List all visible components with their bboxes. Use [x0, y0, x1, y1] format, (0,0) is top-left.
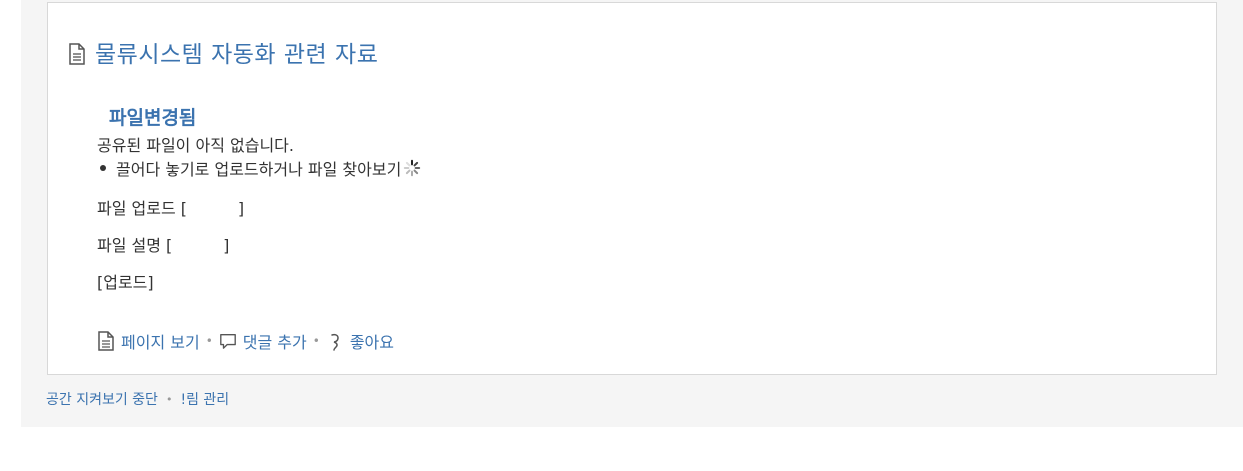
document-icon: [69, 43, 85, 65]
file-upload-field[interactable]: 파일 업로드 [ ]: [97, 195, 244, 219]
space-panel: 물류시스템 자동화 관련 자료 파일변경됨 공유된 파일이 아직 없습니다. 끌…: [21, 0, 1243, 427]
separator-dot: •: [205, 334, 213, 348]
no-files-message: 공유된 파일이 아직 없습니다.: [97, 136, 294, 155]
bullet: [100, 165, 106, 171]
add-comment-link[interactable]: 댓글 추가: [243, 329, 307, 353]
separator-dot: •: [165, 392, 173, 406]
stop-watching-link[interactable]: 공간 지켜보기 중단: [46, 389, 158, 409]
drop-hint[interactable]: 끌어다 놓기로 업로드하거나 파일 찾아보기: [116, 156, 401, 180]
attachment-card: 물류시스템 자동화 관련 자료 파일변경됨 공유된 파일이 아직 없습니다. 끌…: [47, 2, 1217, 375]
file-description-field[interactable]: 파일 설명 [ ]: [97, 232, 229, 256]
like-icon: [331, 333, 339, 351]
separator-dot: •: [312, 334, 320, 348]
page-icon: [98, 331, 114, 351]
drop-zone[interactable]: 끌어다 놓기로 업로드하거나 파일 찾아보기: [97, 156, 421, 180]
title-row: 물류시스템 자동화 관련 자료: [68, 35, 378, 69]
view-page-link[interactable]: 페이지 보기: [121, 329, 200, 353]
spinner-icon: [404, 159, 421, 177]
page-title[interactable]: 물류시스템 자동화 관련 자료: [95, 35, 378, 69]
file-changed-heading: 파일변경됨: [109, 107, 197, 129]
like-link[interactable]: 좋아요: [350, 329, 394, 353]
page-actions: 페이지 보기 • 댓글 추가 • 좋아요: [97, 329, 394, 353]
footer-links: 공간 지켜보기 중단 • !림 관리: [46, 389, 229, 409]
upload-button[interactable]: [업로드]: [97, 269, 154, 293]
comment-icon: [219, 334, 236, 349]
manage-notifications-link[interactable]: !림 관리: [180, 389, 229, 409]
